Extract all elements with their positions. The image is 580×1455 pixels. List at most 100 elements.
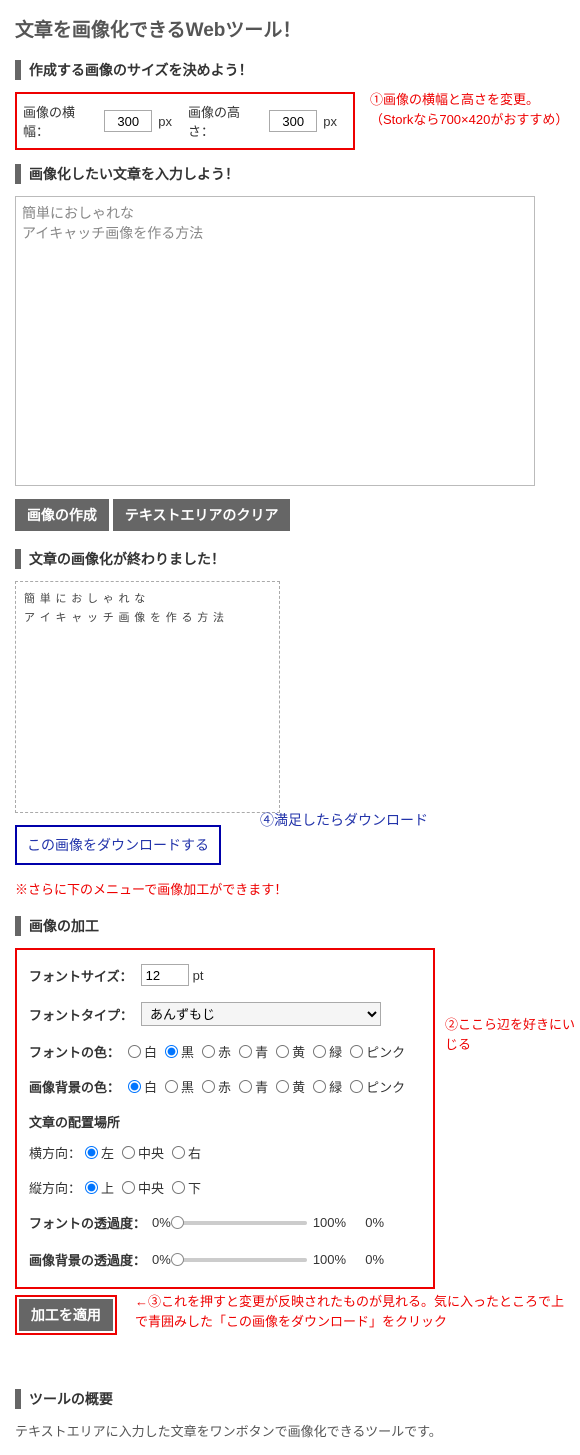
radio-label: ピンク [366,1077,405,1096]
slider-thumb-icon[interactable] [171,1253,184,1266]
radio-input[interactable] [350,1045,363,1058]
radio-label: 黄 [292,1042,305,1061]
section-size-heading: 作成する画像のサイズを決めよう！ [15,60,565,80]
bg-color-option[interactable]: 赤 [202,1077,231,1096]
v-align-option[interactable]: 中央 [122,1178,164,1197]
font-type-label: フォントタイプ： [29,1005,133,1024]
alignment-heading: 文章の配置場所 [29,1112,421,1131]
height-unit: px [323,114,337,129]
preview-line2: ア イ キ ャ ッ チ 画 像 を 作 る 方 法 [24,609,271,628]
radio-input[interactable] [276,1045,289,1058]
bg-color-option[interactable]: 黒 [165,1077,194,1096]
width-label: 画像の横幅： [23,102,98,140]
font-color-option[interactable]: 緑 [313,1042,342,1061]
radio-label: 青 [255,1077,268,1096]
download-link[interactable]: この画像をダウンロードする [15,825,221,865]
radio-label: 黒 [181,1042,194,1061]
font-color-option[interactable]: 赤 [202,1042,231,1061]
bg-color-option[interactable]: 黄 [276,1077,305,1096]
radio-input[interactable] [313,1080,326,1093]
radio-label: 黄 [292,1077,305,1096]
bg-opacity-100: 100% [313,1252,346,1267]
bg-opacity-label: 画像背景の透過度： [29,1250,146,1269]
radio-input[interactable] [85,1146,98,1159]
width-input[interactable] [104,110,152,132]
radio-input[interactable] [239,1080,252,1093]
font-color-option[interactable]: ピンク [350,1042,405,1061]
radio-label: 緑 [329,1042,342,1061]
radio-label: 中央 [138,1143,164,1162]
clear-textarea-button[interactable]: テキストエリアのクリア [113,499,291,531]
font-size-label: フォントサイズ： [29,966,133,985]
font-color-option[interactable]: 白 [128,1042,157,1061]
annotation-1: ①画像の横幅と高さを変更。（Storkなら700×420がおすすめ） [370,90,570,129]
radio-label: 白 [144,1077,157,1096]
vertical-label: 縦方向： [29,1178,81,1197]
bg-color-option[interactable]: 緑 [313,1077,342,1096]
font-opacity-0: 0% [152,1215,171,1230]
radio-input[interactable] [122,1181,135,1194]
font-opacity-slider[interactable] [177,1221,307,1225]
radio-label: 青 [255,1042,268,1061]
bg-color-option[interactable]: 白 [128,1077,157,1096]
processing-panel: フォントサイズ： pt フォントタイプ： あんずもじ フォントの色： 白黒赤青黄… [15,948,435,1289]
section-processing-heading: 画像の加工 [15,916,565,936]
radio-input[interactable] [165,1045,178,1058]
width-unit: px [158,114,172,129]
v-align-option[interactable]: 上 [85,1178,114,1197]
radio-label: 赤 [218,1077,231,1096]
h-align-option[interactable]: 中央 [122,1143,164,1162]
font-opacity-label: フォントの透過度： [29,1213,146,1232]
font-type-select[interactable]: あんずもじ [141,1002,381,1026]
font-opacity-100: 100% [313,1215,346,1230]
h-align-option[interactable]: 左 [85,1143,114,1162]
radio-input[interactable] [172,1146,185,1159]
radio-input[interactable] [313,1045,326,1058]
radio-input[interactable] [122,1146,135,1159]
section-overview-heading: ツールの概要 [15,1389,565,1409]
bg-color-option[interactable]: ピンク [350,1077,405,1096]
radio-input[interactable] [202,1045,215,1058]
radio-label: 緑 [329,1077,342,1096]
radio-input[interactable] [128,1080,141,1093]
font-opacity-current: 0% [365,1215,384,1230]
radio-label: 白 [144,1042,157,1061]
font-color-label: フォントの色： [29,1042,120,1061]
page-title: 文章を画像化できるWebツール！ [15,15,565,42]
annotation-3: ←③これを押すと変更が反映されたものが見れる。気に入ったところで上で青囲みした「… [135,1292,565,1331]
radio-input[interactable] [202,1080,215,1093]
radio-input[interactable] [350,1080,363,1093]
radio-input[interactable] [85,1181,98,1194]
bg-color-label: 画像背景の色： [29,1077,120,1096]
size-input-row: 画像の横幅： px 画像の高さ： px [15,92,355,150]
font-color-option[interactable]: 黄 [276,1042,305,1061]
font-size-input[interactable] [141,964,189,986]
section-done-heading: 文章の画像化が終わりました！ [15,549,565,569]
radio-input[interactable] [128,1045,141,1058]
slider-thumb-icon[interactable] [171,1216,184,1229]
apply-button[interactable]: 加工を適用 [19,1299,113,1331]
create-image-button[interactable]: 画像の作成 [15,499,109,531]
radio-label: 中央 [138,1178,164,1197]
bg-color-option[interactable]: 青 [239,1077,268,1096]
radio-input[interactable] [276,1080,289,1093]
horizontal-label: 横方向： [29,1143,81,1162]
bg-opacity-slider[interactable] [177,1258,307,1262]
radio-label: 黒 [181,1077,194,1096]
radio-input[interactable] [239,1045,252,1058]
font-color-option[interactable]: 黒 [165,1042,194,1061]
radio-input[interactable] [172,1181,185,1194]
height-input[interactable] [269,110,317,132]
height-label: 画像の高さ： [188,102,263,140]
bg-opacity-0: 0% [152,1252,171,1267]
v-align-option[interactable]: 下 [172,1178,201,1197]
text-input[interactable] [15,196,535,486]
tool-description: テキストエリアに入力した文章をワンボタンで画像化できるツールです。 [15,1421,565,1440]
radio-input[interactable] [165,1080,178,1093]
preview-line1: 簡 単 に お し ゃ れ な [24,590,271,609]
radio-label: 右 [188,1143,201,1162]
h-align-option[interactable]: 右 [172,1143,201,1162]
arrow-left-icon: ← [135,1294,148,1309]
font-color-option[interactable]: 青 [239,1042,268,1061]
radio-label: ピンク [366,1042,405,1061]
